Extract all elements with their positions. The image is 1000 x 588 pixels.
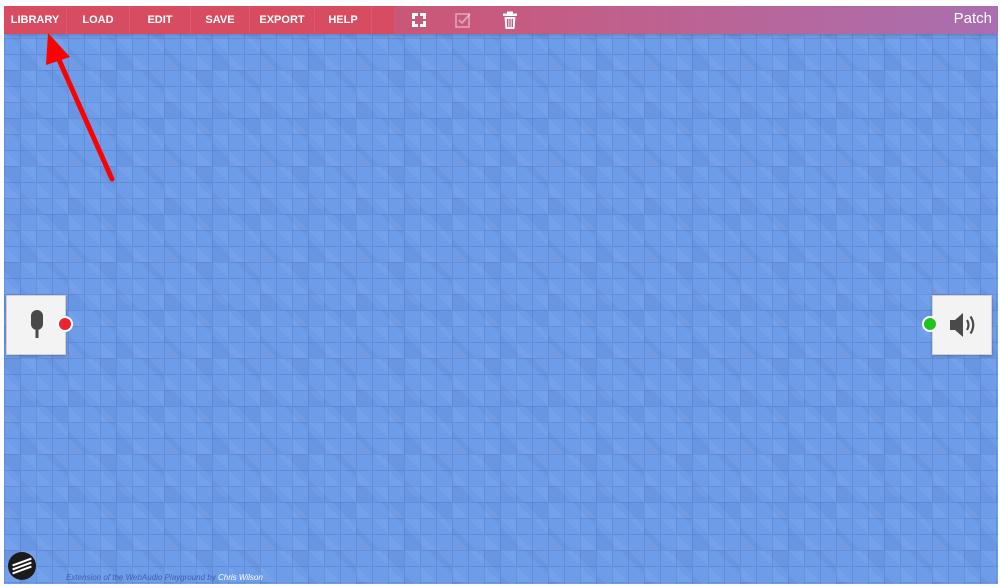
menu-save[interactable]: SAVE — [191, 6, 250, 34]
menu-bar: LIBRARY LOAD EDIT SAVE EXPORT HELP Patch — [4, 6, 998, 34]
output-node-input-port[interactable] — [922, 316, 938, 332]
main-menu: LIBRARY LOAD EDIT SAVE EXPORT HELP — [4, 6, 394, 34]
checkbox-icon[interactable] — [453, 10, 473, 30]
annotation-arrow — [46, 33, 115, 182]
microphone-icon — [21, 308, 53, 342]
credit-text: Extension of the WebAudio Playground by — [66, 573, 216, 582]
canvas-grid — [4, 6, 998, 584]
patch-title: Patch — [953, 10, 992, 27]
menu-edit[interactable]: EDIT — [130, 6, 191, 34]
trash-icon[interactable] — [500, 10, 520, 30]
footer-credit: Extension of the WebAudio Playground by … — [66, 573, 263, 582]
fullscreen-icon[interactable] — [409, 10, 429, 30]
speaker-icon — [947, 308, 979, 342]
menu-library[interactable]: LIBRARY — [4, 6, 67, 34]
menu-help[interactable]: HELP — [315, 6, 372, 34]
audio-output-node[interactable] — [932, 295, 992, 355]
patch-canvas[interactable]: LIBRARY LOAD EDIT SAVE EXPORT HELP Patch… — [4, 6, 998, 584]
app-logo[interactable] — [8, 552, 36, 580]
menu-load[interactable]: LOAD — [67, 6, 130, 34]
menu-export[interactable]: EXPORT — [250, 6, 315, 34]
input-node-output-port[interactable] — [57, 316, 73, 332]
credit-author-link[interactable]: Chris Wilson — [218, 573, 263, 582]
